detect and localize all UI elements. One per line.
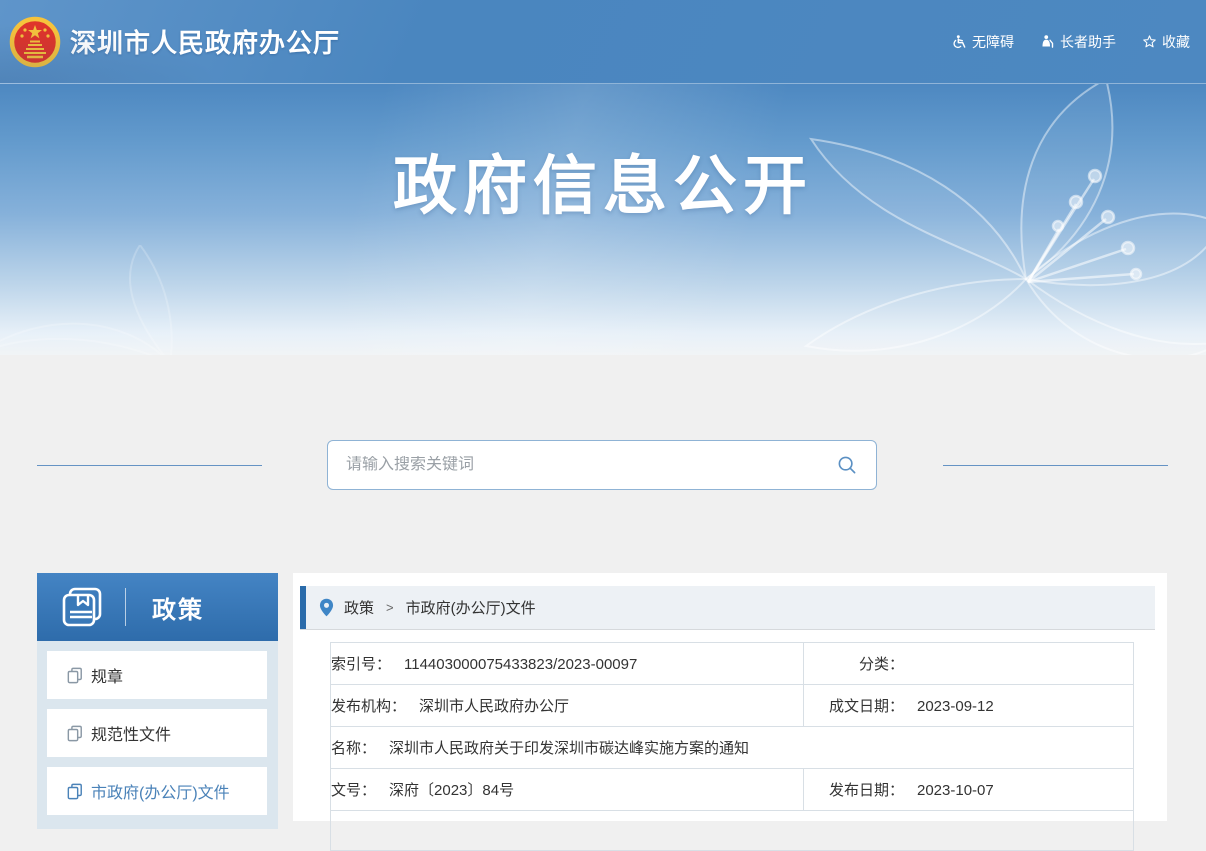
search-input[interactable] [346,456,834,474]
accessibility-label: 无障碍 [972,32,1014,52]
elder-assist-link[interactable]: 长者助手 [1040,32,1116,52]
top-utility-links: 无障碍 长者助手 收藏 [951,0,1190,83]
search-button[interactable] [834,452,860,478]
page-title: 政府信息公开 [0,154,1206,218]
policy-sidebar: 政策 规章 规范性文件 市政府(办公厅)文件 [37,573,278,829]
breadcrumb-root[interactable]: 政策 [344,597,374,618]
content-panel: 政策 > 市政府(办公厅)文件 索引号： 114403000075433823/2… [293,573,1167,821]
breadcrumb-current[interactable]: 市政府(办公厅)文件 [406,597,536,618]
document-title-cell: 名称： 深圳市人民政府关于印发深圳市碳达峰实施方案的通知 [331,727,1134,769]
written-date-value: 2023-09-12 [917,698,994,715]
sidebar-title: 政策 [152,590,204,625]
breadcrumb-accent-bar [300,586,306,629]
decorative-line-right [943,465,1168,466]
sidebar-item-label: 规范性文件 [91,721,171,745]
issuing-agency-label: 发布机构： [331,698,406,715]
table-row-partial [331,811,1134,851]
table-row: 索引号： 114403000075433823/2023-00097 分类： [331,643,1134,685]
books-icon [59,586,105,628]
search-box [327,440,877,490]
publish-date-cell: 发布日期： 2023-10-07 [804,769,1134,811]
location-pin-icon [319,598,334,617]
document-icon [67,725,83,742]
written-date-cell: 成文日期： 2023-09-12 [804,685,1134,727]
search-section [0,440,1206,492]
sidebar-menu: 规章 规范性文件 市政府(办公厅)文件 [37,641,278,829]
document-icon [67,783,83,800]
breadcrumb: 政策 > 市政府(办公厅)文件 [300,586,1155,630]
sidebar-header-divider [125,588,126,626]
index-number-value: 114403000075433823/2023-00097 [404,656,637,673]
decorative-line-left [37,465,262,466]
index-number-cell: 索引号： 114403000075433823/2023-00097 [331,643,804,685]
sidebar-item-municipal-documents[interactable]: 市政府(办公厅)文件 [47,767,267,815]
national-emblem-logo [9,15,61,69]
accessibility-icon [951,34,967,50]
hero-banner: 政府信息公开 [0,84,1206,355]
breadcrumb-separator: > [386,600,394,615]
issuing-agency-cell: 发布机构： 深圳市人民政府办公厅 [331,685,804,727]
sidebar-item-label: 市政府(办公厅)文件 [91,779,230,803]
written-date-label: 成文日期： [804,695,904,716]
document-title-value: 深圳市人民政府关于印发深圳市碳达峰实施方案的通知 [389,740,749,757]
issuing-agency-value: 深圳市人民政府办公厅 [419,698,569,715]
search-icon [836,454,858,476]
star-icon [1142,34,1157,49]
publish-date-value: 2023-10-07 [917,782,994,799]
document-number-label: 文号： [331,782,376,799]
elder-icon [1040,34,1055,49]
favorite-link[interactable]: 收藏 [1142,32,1190,52]
document-number-cell: 文号： 深府〔2023〕84号 [331,769,804,811]
top-header-bar: 深圳市人民政府办公厅 无障碍 长者助手 收藏 [0,0,1206,84]
elder-assist-label: 长者助手 [1060,32,1116,52]
index-number-label: 索引号： [331,656,391,673]
lily-flower-decoration [776,84,1206,355]
table-row: 文号： 深府〔2023〕84号 发布日期： 2023-10-07 [331,769,1134,811]
favorite-label: 收藏 [1162,32,1190,52]
publish-date-label: 发布日期： [804,779,904,800]
sidebar-item-label: 规章 [91,663,123,687]
table-row: 发布机构： 深圳市人民政府办公厅 成文日期： 2023-09-12 [331,685,1134,727]
sidebar-item-normative-documents[interactable]: 规范性文件 [47,709,267,757]
document-number-value: 深府〔2023〕84号 [389,782,514,799]
sidebar-item-regulations[interactable]: 规章 [47,651,267,699]
document-title-label: 名称： [331,740,376,757]
category-cell: 分类： [804,643,1134,685]
petal-decoration [0,245,190,355]
partial-row-cell [331,811,1134,851]
document-meta-table: 索引号： 114403000075433823/2023-00097 分类： 发布… [330,642,1134,851]
site-title: 深圳市人民政府办公厅 [70,23,340,60]
table-row: 名称： 深圳市人民政府关于印发深圳市碳达峰实施方案的通知 [331,727,1134,769]
category-label: 分类： [804,653,904,674]
accessibility-link[interactable]: 无障碍 [951,32,1014,52]
sidebar-header: 政策 [37,573,278,641]
document-icon [67,667,83,684]
